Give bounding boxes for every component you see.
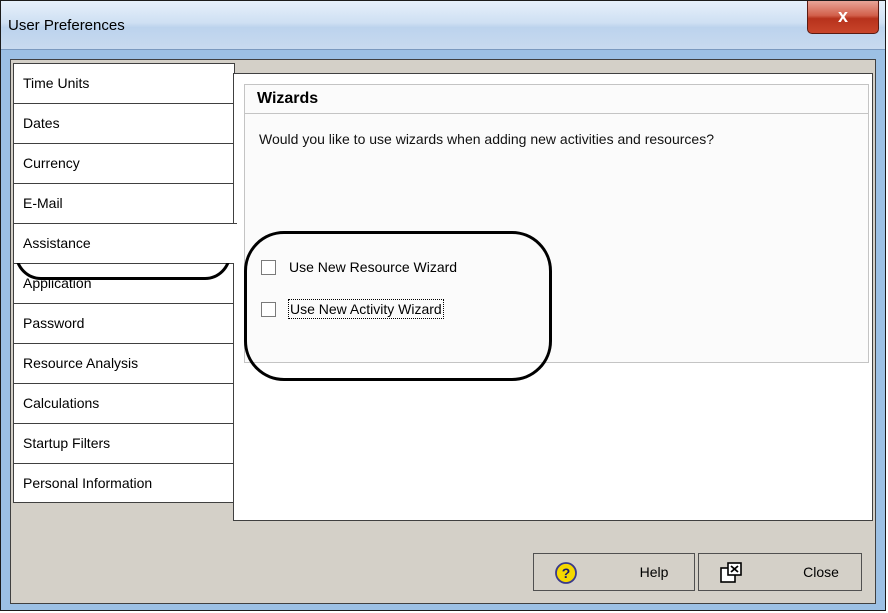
tab-currency[interactable]: Currency xyxy=(13,143,235,183)
help-icon: ? xyxy=(554,561,578,598)
tab-startup-filters[interactable]: Startup Filters xyxy=(13,423,235,463)
activity-wizard-label[interactable]: Use New Activity Wizard xyxy=(288,299,444,319)
wizards-description: Would you like to use wizards when addin… xyxy=(259,131,714,147)
close-button-label: Close xyxy=(803,564,839,580)
tab-password[interactable]: Password xyxy=(13,303,235,343)
tab-calculations[interactable]: Calculations xyxy=(13,383,235,423)
dialog-body: Time Units Dates Currency E-Mail Assista… xyxy=(10,59,876,604)
title-bar[interactable]: User Preferences x xyxy=(1,1,885,50)
checkbox-box[interactable] xyxy=(261,302,276,317)
tab-assistance[interactable]: Assistance xyxy=(13,223,237,263)
activity-wizard-checkbox[interactable]: Use New Activity Wizard xyxy=(261,299,661,320)
preferences-tab-list: Time Units Dates Currency E-Mail Assista… xyxy=(13,63,237,503)
tab-personal-information[interactable]: Personal Information xyxy=(13,463,235,503)
user-preferences-window: User Preferences x Time Units Dates Curr… xyxy=(0,0,886,611)
tab-resource-analysis[interactable]: Resource Analysis xyxy=(13,343,235,383)
resource-wizard-label[interactable]: Use New Resource Wizard xyxy=(289,258,457,276)
help-button[interactable]: ? Help xyxy=(533,553,695,591)
window-close-button[interactable]: x xyxy=(807,1,879,34)
tab-dates[interactable]: Dates xyxy=(13,103,235,143)
resource-wizard-checkbox[interactable]: Use New Resource Wizard xyxy=(261,258,661,278)
help-button-label: Help xyxy=(639,564,669,580)
wizards-group: Wizards Would you like to use wizards wh… xyxy=(244,84,869,363)
tab-application[interactable]: Application xyxy=(13,263,235,303)
checkbox-box[interactable] xyxy=(261,260,276,275)
wizards-header: Wizards xyxy=(245,85,868,114)
button-bar: ? Help Close xyxy=(11,531,875,603)
tab-time-units[interactable]: Time Units xyxy=(13,63,235,103)
close-x-icon: x xyxy=(837,6,848,26)
assistance-panel: Wizards Would you like to use wizards wh… xyxy=(233,73,873,521)
close-window-icon xyxy=(719,561,743,598)
window-title: User Preferences xyxy=(8,17,125,34)
tab-e-mail[interactable]: E-Mail xyxy=(13,183,235,223)
close-button[interactable]: Close xyxy=(698,553,862,591)
svg-text:?: ? xyxy=(562,565,571,581)
